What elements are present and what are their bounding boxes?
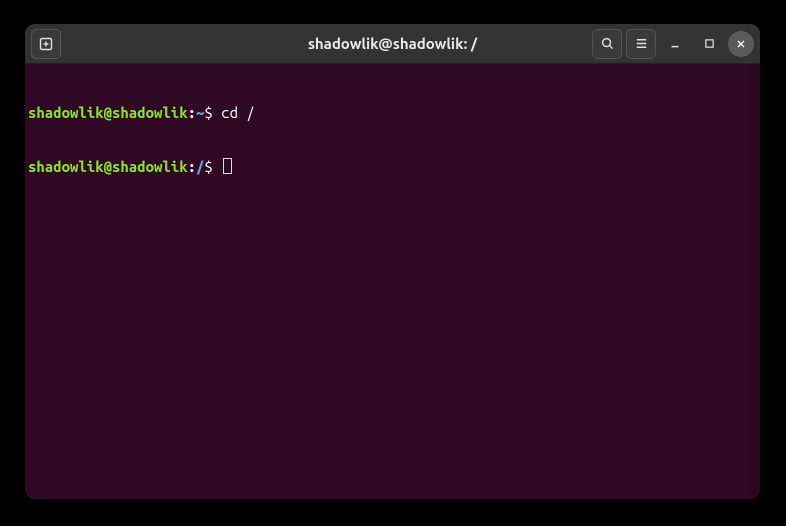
prompt-colon: : xyxy=(188,158,196,175)
menu-button[interactable] xyxy=(626,29,656,59)
terminal-window: shadowlik@shadowlik: / xyxy=(25,24,760,499)
maximize-icon xyxy=(703,37,716,50)
hamburger-menu-icon xyxy=(634,36,649,51)
prompt-user: shadowlik@shadowlik xyxy=(28,158,188,175)
close-icon xyxy=(735,38,747,50)
minimize-icon xyxy=(668,37,682,51)
titlebar-left-group xyxy=(31,29,61,59)
terminal-content: shadowlik@shadowlik:~$ cd / shadowlik@sh… xyxy=(27,68,758,495)
prompt-symbol: $ xyxy=(204,104,221,121)
new-tab-button[interactable] xyxy=(31,29,61,59)
new-tab-icon xyxy=(38,36,54,52)
prompt-symbol: $ xyxy=(204,158,221,175)
scrollbar[interactable] xyxy=(750,64,760,499)
titlebar-right-group xyxy=(592,29,754,59)
prompt-colon: : xyxy=(188,104,196,121)
terminal-line: shadowlik@shadowlik:/$ xyxy=(27,158,758,176)
close-button[interactable] xyxy=(728,31,754,57)
terminal-cursor xyxy=(223,158,232,174)
search-button[interactable] xyxy=(592,29,622,59)
prompt-user: shadowlik@shadowlik xyxy=(28,104,188,121)
titlebar: shadowlik@shadowlik: / xyxy=(25,24,760,64)
command-text: cd / xyxy=(221,104,255,121)
terminal-body[interactable]: shadowlik@shadowlik:~$ cd / shadowlik@sh… xyxy=(25,64,760,499)
maximize-button[interactable] xyxy=(694,29,724,59)
search-icon xyxy=(600,36,615,51)
terminal-line: shadowlik@shadowlik:~$ cd / xyxy=(27,104,758,122)
minimize-button[interactable] xyxy=(660,29,690,59)
